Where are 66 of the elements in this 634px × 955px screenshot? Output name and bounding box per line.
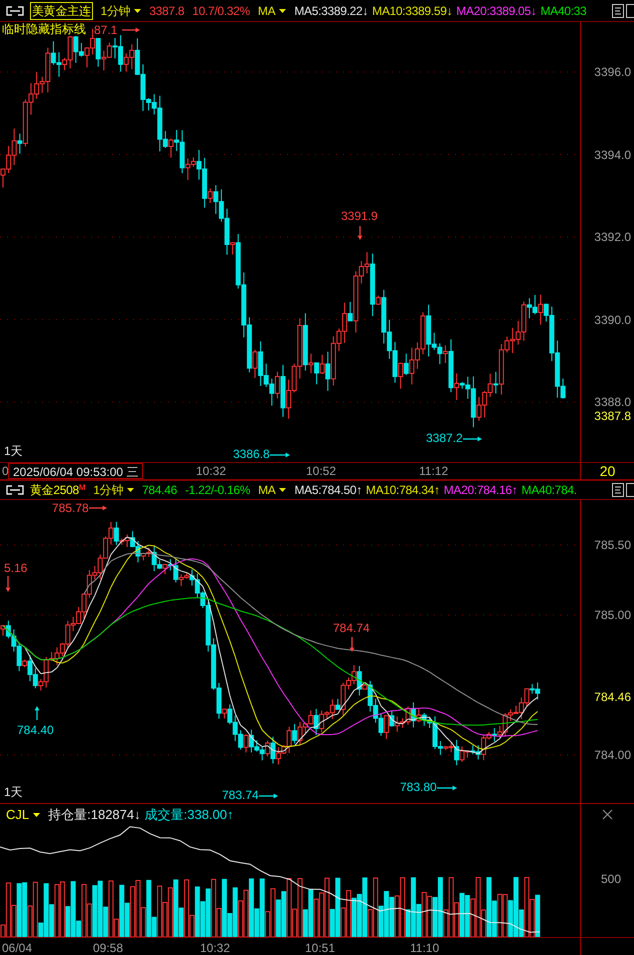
- indicator-selector[interactable]: MA: [258, 483, 290, 497]
- arrow: [350, 637, 354, 652]
- moving-average-value: MA10:784.34↑: [366, 483, 440, 497]
- range-label: 1天: [4, 784, 23, 801]
- caret-icon[interactable]: [279, 8, 286, 12]
- moving-average-value: MA20:784.16↑: [444, 483, 518, 497]
- time-axis-label: 10:32: [200, 940, 230, 955]
- time-axis-label: 10:51: [305, 940, 336, 955]
- symbol-label[interactable]: 黄金2508: [30, 483, 79, 497]
- axis-start-label: 0: [1, 463, 8, 480]
- moving-average-value: MA5:3389.22↓: [294, 4, 368, 18]
- price-axis-label: 3390.0: [594, 312, 631, 326]
- window-icon[interactable]: [626, 483, 634, 497]
- list-icon[interactable]: [612, 4, 624, 18]
- moving-average-value: MA40:33: [540, 4, 586, 18]
- caret-icon[interactable]: [33, 812, 40, 816]
- moving-average-value: MA5:784.50↑: [294, 483, 362, 497]
- price-label: 784.46: [142, 483, 177, 497]
- price-axis-label: 3396.0: [594, 65, 631, 79]
- arrow: [34, 706, 40, 720]
- arrow: [122, 28, 140, 32]
- time-axis-label: 09:58: [93, 940, 124, 955]
- indicator-selector[interactable]: CJL: [6, 804, 44, 824]
- moving-average-value: MA20:3389.05↓: [456, 4, 536, 18]
- close-icon[interactable]: [602, 809, 613, 820]
- volume-axis-label: 500: [601, 871, 622, 888]
- period-selector[interactable]: 1分钟: [93, 483, 138, 497]
- arrow: [358, 226, 362, 240]
- caret-icon[interactable]: [127, 488, 134, 492]
- arrow: [460, 436, 482, 442]
- indicator-selector[interactable]: MA: [258, 4, 290, 18]
- moving-average-value: MA40:784.: [522, 483, 577, 497]
- cursor-time-label: 2025/06/04 09:53:00 三: [8, 463, 144, 479]
- period-selector[interactable]: 1分钟: [100, 4, 146, 18]
- caret-icon[interactable]: [134, 8, 142, 12]
- time-axis-label: 11:10: [410, 940, 440, 955]
- time-axis-label: 06/04: [2, 940, 32, 955]
- price-axis-label: 3394.0: [594, 148, 631, 162]
- price-axis-label: 3388.0: [594, 395, 631, 409]
- moving-average-value: MA10:3389.59↓: [372, 4, 452, 18]
- arrow: [6, 576, 10, 592]
- price-axis-label: 3392.0: [594, 230, 631, 244]
- range-label: 1天: [4, 443, 23, 460]
- arrow: [435, 786, 457, 790]
- toggle-icon[interactable]: [4, 4, 26, 16]
- list-icon[interactable]: [612, 483, 624, 497]
- indicator-note: 临时隐藏指标线: [2, 22, 86, 36]
- symbol-label[interactable]: 美黄金主连: [30, 2, 93, 20]
- window-icon[interactable]: [626, 4, 634, 18]
- time-axis-label: 10:32: [196, 463, 226, 480]
- last-price-label: 784.46: [594, 690, 631, 704]
- toggle-icon[interactable]: [4, 484, 26, 496]
- price-axis-label: 784.00: [594, 748, 631, 762]
- volume-value: 成交量:338.00↑: [144, 806, 234, 824]
- badge-label: M: [78, 483, 86, 492]
- time-axis-label: 11:12: [419, 463, 448, 480]
- last-price-label: 3387.8: [594, 409, 631, 424]
- page-number: 20: [580, 463, 634, 479]
- open-interest-value: 持仓量:182874↓: [48, 806, 141, 824]
- price-label: 3387.8: [149, 4, 184, 18]
- time-axis-label: 10:52: [306, 463, 336, 480]
- caret-icon[interactable]: [279, 488, 286, 492]
- price-axis-label: 785.00: [594, 608, 631, 622]
- price-axis-label: 785.50: [594, 538, 631, 552]
- change-label: -1.22/-0.16%: [184, 483, 250, 497]
- change-label: 10.7/0.32%: [192, 4, 250, 18]
